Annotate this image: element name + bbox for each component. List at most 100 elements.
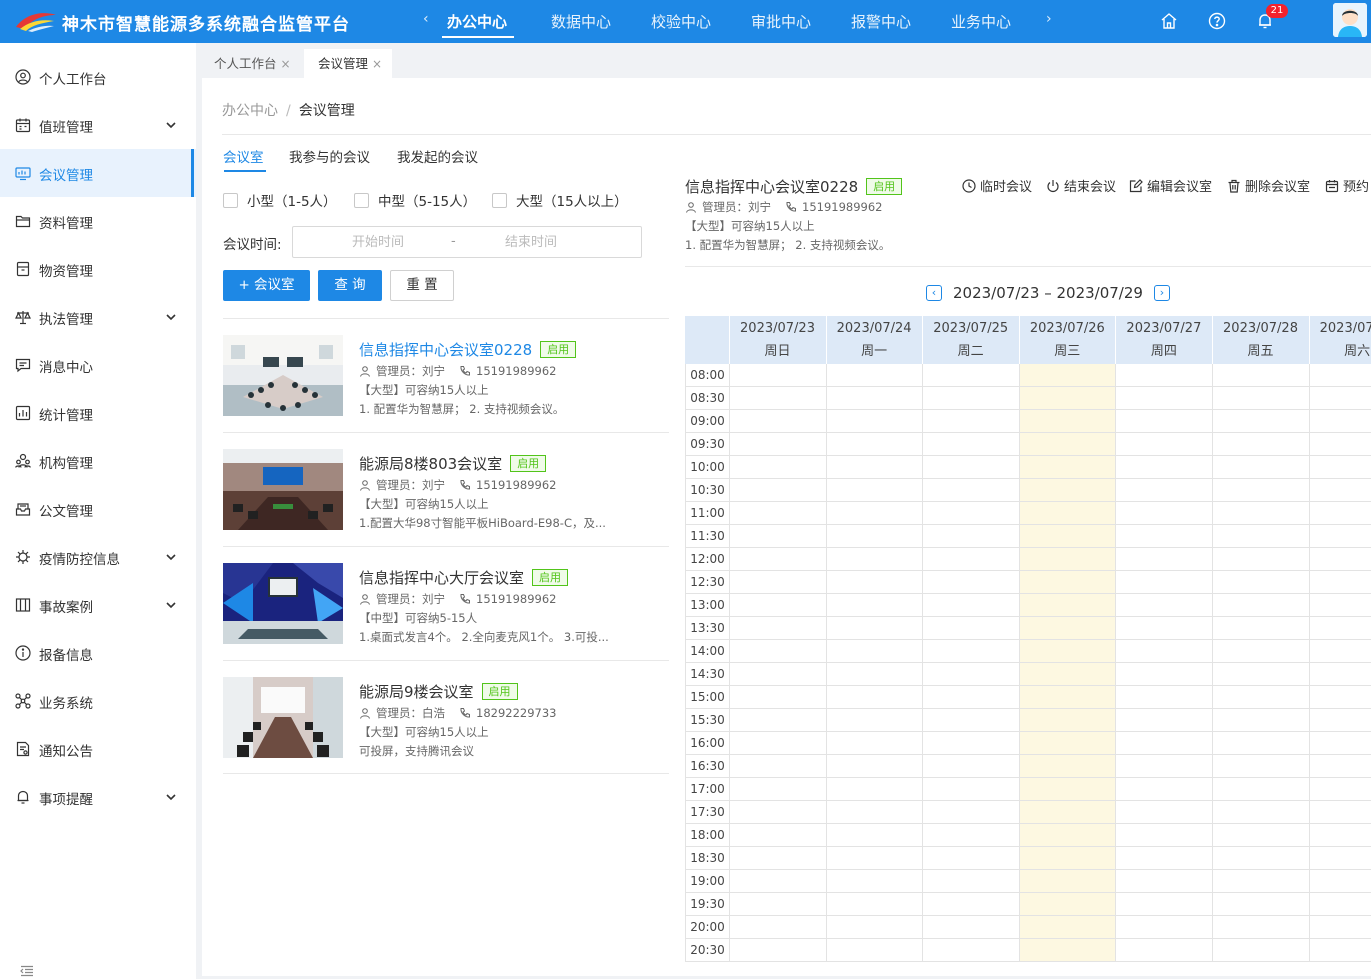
calendar-slot[interactable] (1018, 479, 1116, 502)
chevron-down-icon[interactable] (165, 599, 177, 611)
calendar-slot[interactable] (1212, 870, 1309, 893)
calendar-slot[interactable] (729, 548, 826, 571)
calendar-slot[interactable] (825, 686, 923, 709)
sidebar-item-accident-cases[interactable]: 事故案例 (0, 581, 196, 629)
calendar-slot[interactable] (1018, 433, 1116, 456)
calendar-slot[interactable] (1115, 456, 1213, 479)
calendar-slot[interactable] (1018, 709, 1116, 732)
nav-tab-business[interactable]: 业务中心 (951, 11, 1011, 32)
calendar-slot[interactable] (1115, 548, 1213, 571)
temporary-meeting-button[interactable]: 临时会议 (962, 176, 1032, 195)
calendar-slot[interactable] (1018, 778, 1116, 801)
calendar-slot[interactable] (825, 755, 923, 778)
calendar-slot[interactable] (825, 433, 923, 456)
calendar-slot[interactable] (1018, 525, 1116, 548)
calendar-slot[interactable] (729, 502, 826, 525)
calendar-slot[interactable] (1115, 387, 1213, 410)
calendar-slot[interactable] (922, 686, 1020, 709)
calendar-slot[interactable] (922, 387, 1020, 410)
sidebar-item-statistics[interactable]: 统计管理 (0, 389, 196, 437)
calendar-slot[interactable] (1212, 433, 1309, 456)
calendar-slot[interactable] (922, 916, 1020, 939)
calendar-slot[interactable] (1212, 364, 1309, 387)
calendar-slot[interactable] (1212, 594, 1309, 617)
calendar-slot[interactable] (1308, 778, 1371, 801)
page-tab-meeting[interactable]: 会议管理 × (304, 49, 393, 78)
checkbox-box[interactable] (354, 192, 369, 208)
calendar-slot[interactable] (825, 479, 923, 502)
calendar-slot[interactable] (1212, 847, 1309, 870)
next-week-button[interactable]: › (1153, 285, 1170, 301)
calendar-slot[interactable] (1018, 594, 1116, 617)
chevron-down-icon[interactable] (165, 311, 177, 323)
calendar-slot[interactable] (729, 456, 826, 479)
calendar-slot[interactable] (1308, 709, 1371, 732)
calendar-slot[interactable] (1115, 893, 1213, 916)
calendar-slot[interactable] (1308, 456, 1371, 479)
calendar-slot[interactable] (729, 801, 826, 824)
calendar-slot[interactable] (825, 387, 923, 410)
calendar-slot[interactable] (922, 571, 1020, 594)
calendar-slot[interactable] (1115, 778, 1213, 801)
calendar-slot[interactable] (1018, 640, 1116, 663)
calendar-slot[interactable] (1308, 686, 1371, 709)
calendar-slot[interactable] (729, 732, 826, 755)
calendar-slot[interactable] (922, 778, 1020, 801)
home-icon[interactable] (1160, 12, 1178, 30)
calendar-slot[interactable] (1308, 617, 1371, 640)
calendar-slot[interactable] (825, 824, 923, 847)
calendar-slot[interactable] (825, 640, 923, 663)
calendar-slot[interactable] (922, 456, 1020, 479)
calendar-slot[interactable] (922, 870, 1020, 893)
calendar-slot[interactable] (1308, 571, 1371, 594)
calendar-slot[interactable] (1308, 893, 1371, 916)
calendar-slot[interactable] (825, 571, 923, 594)
calendar-slot[interactable] (729, 939, 826, 962)
calendar-slot[interactable] (729, 525, 826, 548)
calendar-slot[interactable] (825, 525, 923, 548)
calendar-slot[interactable] (729, 663, 826, 686)
avatar[interactable] (1333, 3, 1367, 37)
calendar-slot[interactable] (1115, 824, 1213, 847)
calendar-slot[interactable] (729, 755, 826, 778)
calendar-slot[interactable] (825, 916, 923, 939)
calendar-slot[interactable] (729, 916, 826, 939)
nav-next-arrow[interactable]: › (1046, 11, 1052, 27)
calendar-slot[interactable] (1212, 801, 1309, 824)
calendar-slot[interactable] (1308, 433, 1371, 456)
edit-room-button[interactable]: 编辑会议室 (1129, 176, 1212, 195)
delete-room-button[interactable]: 删除会议室 (1227, 176, 1310, 195)
calendar-slot[interactable] (922, 893, 1020, 916)
help-icon[interactable] (1208, 12, 1226, 30)
reserve-button[interactable]: 预约 (1325, 176, 1369, 195)
calendar-slot[interactable] (922, 525, 1020, 548)
nav-prev-arrow[interactable]: ‹ (423, 11, 429, 27)
calendar-slot[interactable] (825, 663, 923, 686)
breadcrumb-parent[interactable]: 办公中心 (222, 103, 278, 119)
calendar-slot[interactable] (1308, 870, 1371, 893)
calendar-slot[interactable] (1018, 893, 1116, 916)
calendar-slot[interactable] (1212, 755, 1309, 778)
search-button[interactable]: 查 询 (318, 270, 382, 301)
sidebar-item-reminders[interactable]: 事项提醒 (0, 773, 196, 821)
calendar-slot[interactable] (1115, 502, 1213, 525)
calendar-slot[interactable] (1212, 548, 1309, 571)
calendar-slot[interactable] (1212, 456, 1309, 479)
calendar-slot[interactable] (1018, 456, 1116, 479)
tab-my-joined-meetings[interactable]: 我参与的会议 (289, 146, 370, 166)
calendar-slot[interactable] (1212, 640, 1309, 663)
calendar-slot[interactable] (1018, 387, 1116, 410)
calendar-slot[interactable] (1115, 410, 1213, 433)
calendar-slot[interactable] (1018, 870, 1116, 893)
room-list-item[interactable]: 能源局8楼803会议室 启用 管理员： 刘宁 15191989962 【大型】可容纳… (223, 433, 669, 547)
calendar-slot[interactable] (1018, 939, 1116, 962)
calendar-slot[interactable] (729, 824, 826, 847)
size-small-checkbox[interactable]: 小型（1-5人） (223, 191, 337, 210)
calendar-slot[interactable] (1308, 939, 1371, 962)
sidebar-item-messages[interactable]: 消息中心 (0, 341, 196, 389)
calendar-slot[interactable] (825, 709, 923, 732)
calendar-slot[interactable] (1212, 663, 1309, 686)
calendar-slot[interactable] (825, 778, 923, 801)
size-medium-checkbox[interactable]: 中型（5-15人） (354, 191, 476, 210)
checkbox-box[interactable] (492, 192, 507, 208)
